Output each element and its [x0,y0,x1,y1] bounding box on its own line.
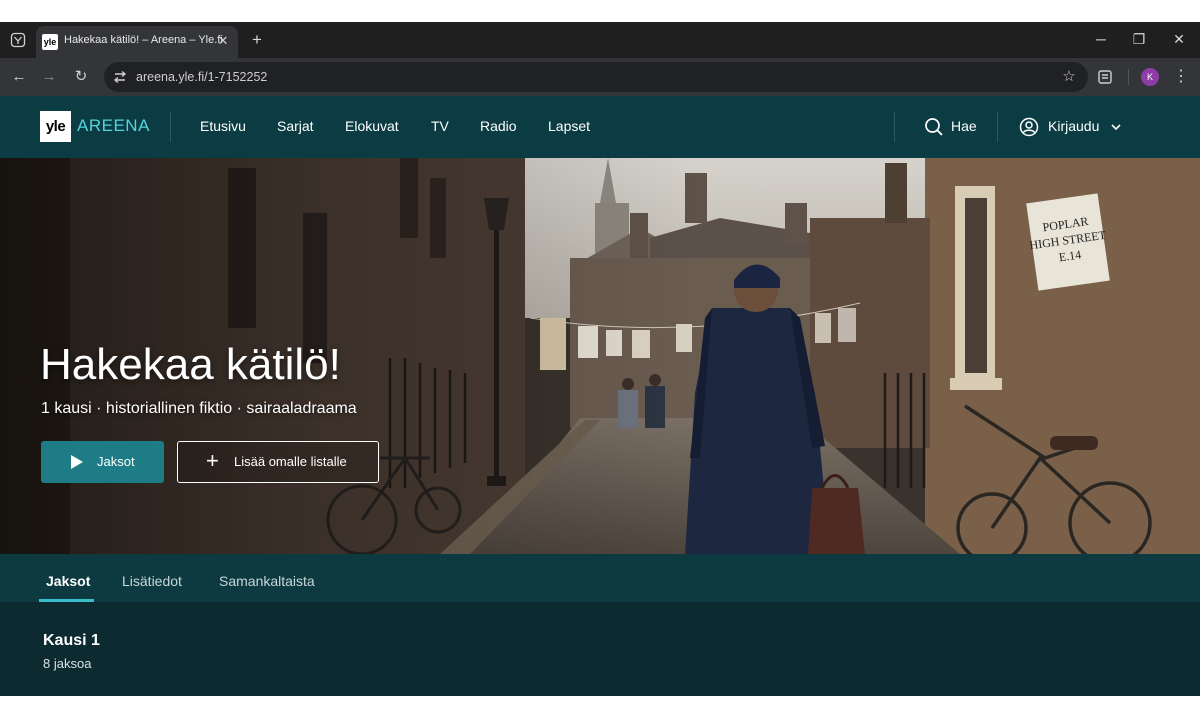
yle-logo[interactable]: yle [40,111,71,142]
add-to-list-button[interactable]: + Lisää omalle listalle [177,441,379,483]
toolbar-divider [1128,69,1129,85]
hero-banner: POPLAR HIGH STREET E.14 Hakekaa kätilö! … [0,158,1200,554]
plus-icon: + [206,448,219,473]
bookmark-star-icon[interactable]: ☆ [1058,66,1080,88]
nav-tv[interactable]: TV [431,118,449,134]
site-header: yle AREENA Etusivu Sarjat Elokuvat TV Ra… [0,96,1200,158]
play-icon [71,455,83,469]
address-bar[interactable]: areena.yle.fi/1-7152252 ☆ [104,62,1088,92]
nav-lapset[interactable]: Lapset [548,118,590,134]
header-divider [894,112,895,142]
series-title: Hakekaa kätilö! [40,340,341,389]
areena-logo-text[interactable]: AREENA [77,116,150,136]
extensions-icon[interactable] [1094,66,1116,88]
close-window-icon[interactable]: ✕ [1164,28,1194,50]
profile-avatar[interactable]: K [1141,68,1159,86]
nav-etusivu[interactable]: Etusivu [200,118,246,134]
login-label[interactable]: Kirjaudu [1048,118,1099,134]
tab-title: Hakekaa kätilö! – Areena – Yle.fi [64,34,223,46]
header-divider [997,112,998,142]
back-icon[interactable]: ← [8,66,30,88]
browser-toolbar: ← → ↻ areena.yle.fi/1-7152252 ☆ K ⋮ [0,58,1200,96]
restore-icon[interactable]: ❐ [1124,28,1154,50]
reload-icon[interactable]: ↻ [70,66,92,88]
tab-jaksot[interactable]: Jaksot [46,573,90,589]
nav-radio[interactable]: Radio [480,118,517,134]
user-icon[interactable] [1019,117,1039,137]
tab-close-icon[interactable]: ✕ [214,32,232,50]
site-settings-icon[interactable] [110,67,130,87]
tab-lisatiedot[interactable]: Lisätiedot [122,573,182,589]
add-button-label: Lisää omalle listalle [234,454,347,469]
season-section: Kausi 1 8 jaksoa [0,602,1200,696]
browser-tab[interactable]: yle Hakekaa kätilö! – Areena – Yle.fi ✕ [36,26,238,58]
nav-sarjat[interactable]: Sarjat [277,118,314,134]
season-title[interactable]: Kausi 1 [43,632,100,650]
forward-icon[interactable]: → [38,66,60,88]
browser-app-icon[interactable] [10,32,26,48]
series-meta: 1 kausi · historiallinen fiktio · sairaa… [41,400,357,417]
minimize-icon[interactable]: ─ [1086,28,1116,50]
episodes-play-button[interactable]: Jaksot [41,441,164,483]
header-divider [170,112,171,142]
content-tabs: Jaksot Lisätiedot Samankaltaista [0,554,1200,602]
play-button-label: Jaksot [97,454,135,469]
title-bar: yle Hakekaa kätilö! – Areena – Yle.fi ✕ … [0,22,1200,58]
browser-menu-icon[interactable]: ⋮ [1170,66,1192,88]
search-icon[interactable] [924,117,944,137]
tab-samankaltaista[interactable]: Samankaltaista [219,573,315,589]
favicon-icon: yle [42,34,58,50]
chevron-down-icon[interactable] [1109,120,1123,134]
new-tab-icon[interactable]: + [246,29,268,51]
browser-window: yle Hakekaa kätilö! – Areena – Yle.fi ✕ … [0,22,1200,696]
episode-count: 8 jaksoa [43,656,92,671]
nav-elokuvat[interactable]: Elokuvat [345,118,399,134]
url-text: areena.yle.fi/1-7152252 [136,70,268,84]
search-label[interactable]: Hae [951,118,977,134]
